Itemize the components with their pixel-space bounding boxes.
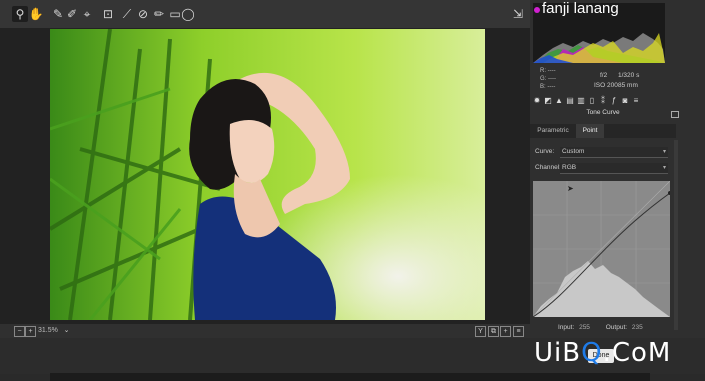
input-value[interactable]: 255 — [579, 324, 590, 331]
watermark-text-1: UiB — [534, 338, 582, 368]
curve-svg — [532, 180, 672, 318]
aperture-value: f/2 — [600, 72, 608, 79]
add-icon[interactable]: + — [500, 326, 511, 337]
effects-panel-icon[interactable]: ⁑ — [599, 97, 607, 105]
straighten-icon[interactable]: ⟋ — [119, 6, 135, 22]
channel-select[interactable]: RGB ▾ — [560, 163, 668, 174]
panel-title: Tone Curve — [586, 109, 620, 116]
detail-panel-icon[interactable]: ▲ — [555, 97, 563, 105]
zoom-icon[interactable]: ⚲ — [12, 6, 28, 22]
zoom-dropdown-icon[interactable]: ⌄ — [62, 326, 71, 335]
watermark-logo: UiBQ.CoM — [534, 338, 671, 368]
toolbar: ⚲ ✋ ✎ ✐ ⌖ ⊡ ⟋ ⊘ ✏ ▭ ◯ ⇲ — [0, 0, 530, 28]
shutter-value: 1/320 s — [618, 72, 640, 79]
curve-label: Curve: — [535, 148, 555, 155]
before-after-button[interactable]: Y — [475, 326, 486, 337]
split-view-icon[interactable]: ⧉ — [488, 326, 499, 337]
fullscreen-icon[interactable]: ⇲ — [510, 6, 526, 22]
watermark-text-2: Q — [581, 338, 603, 368]
clipping-indicator-icon[interactable] — [534, 7, 540, 13]
color-sampler-icon[interactable]: ✐ — [64, 6, 80, 22]
tab-point[interactable]: Point — [576, 124, 604, 138]
status-bar — [0, 324, 530, 338]
radial-filter-icon[interactable]: ◯ — [180, 6, 196, 22]
histogram-label: fanji lanang — [542, 0, 619, 17]
target-adjust-icon[interactable]: ⌖ — [79, 6, 95, 22]
zoom-level[interactable]: 31.5% — [38, 327, 58, 334]
focal-length-value: 85 mm — [618, 82, 638, 89]
panel-scrollbar[interactable] — [674, 140, 678, 330]
photo-preview[interactable] — [50, 29, 485, 320]
watermark-text-3: .CoM — [602, 338, 672, 368]
output-label: Output: — [605, 324, 628, 331]
lens-panel-icon[interactable]: ▯ — [588, 97, 596, 105]
photo-image — [50, 29, 485, 320]
split-toning-panel-icon[interactable]: ▥ — [577, 97, 585, 105]
spot-removal-icon[interactable]: ⊘ — [135, 6, 151, 22]
readout-g: G: ---- — [540, 76, 556, 82]
crop-icon[interactable]: ⊡ — [100, 6, 116, 22]
iso-value: ISO 200 — [594, 82, 618, 89]
tone-curve-graph[interactable] — [532, 180, 672, 318]
tab-parametric[interactable]: Parametric — [532, 124, 574, 138]
zoom-in-button[interactable]: + — [25, 326, 36, 337]
hand-icon[interactable]: ✋ — [28, 6, 44, 22]
readout-r: R: ---- — [540, 68, 556, 74]
curve-select-value: Custom — [562, 148, 585, 155]
presets-panel-icon[interactable]: ≡ — [632, 97, 640, 105]
curve-select[interactable]: Custom ▾ — [560, 147, 668, 158]
panel-tabs-icons: ✹ ◩ ▲ ▤ ▥ ▯ ⁑ ƒ ◙ ≡ — [533, 97, 678, 107]
channel-label: Channel: — [535, 164, 562, 171]
zoom-out-button[interactable]: − — [14, 326, 25, 337]
camera-calibration-icon[interactable]: ◙ — [621, 97, 629, 105]
chevron-down-icon: ▾ — [662, 165, 666, 171]
input-label: Input: — [558, 324, 575, 331]
adjustment-brush-icon[interactable]: ✏ — [151, 6, 167, 22]
chevron-down-icon: ▾ — [662, 149, 666, 155]
tone-curve-panel-icon[interactable]: ◩ — [544, 97, 552, 105]
input-output-row: Input: 255 Output: 235 — [558, 324, 643, 331]
dock — [50, 373, 650, 381]
panel-menu-icon[interactable] — [671, 111, 679, 118]
output-value[interactable]: 235 — [632, 324, 643, 331]
cursor-icon: ➤ — [567, 184, 574, 193]
settings-sliders-icon[interactable]: ≡ — [513, 326, 524, 337]
hsl-panel-icon[interactable]: ▤ — [566, 97, 574, 105]
channel-select-value: RGB — [562, 164, 577, 171]
readout-b: B: ---- — [540, 84, 556, 90]
fx-panel-icon[interactable]: ƒ — [610, 97, 618, 105]
basic-panel-icon[interactable]: ✹ — [533, 97, 541, 105]
